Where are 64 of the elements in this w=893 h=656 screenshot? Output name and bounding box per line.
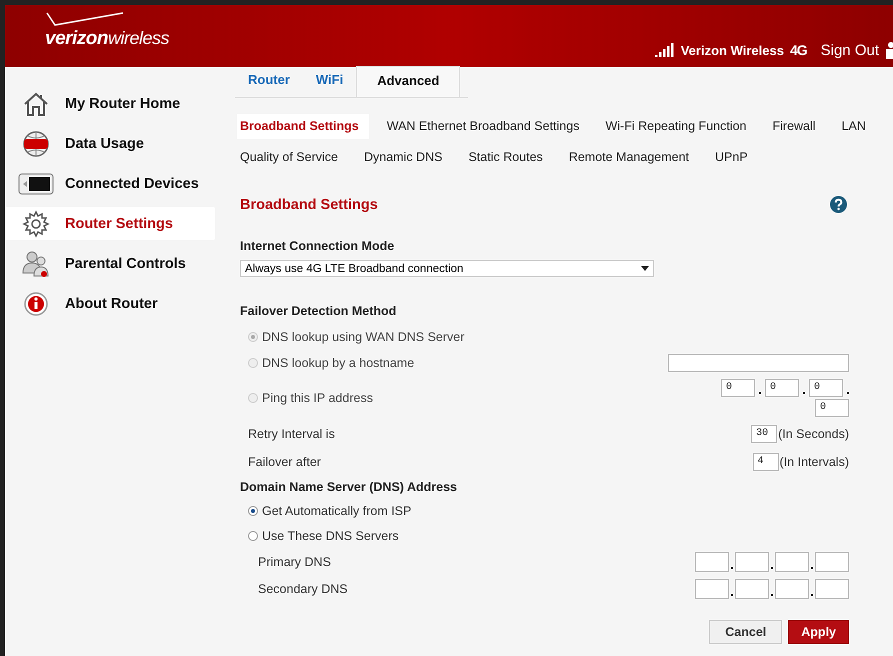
subtab[interactable]: Broadband Settings xyxy=(237,114,369,139)
subtab[interactable]: WAN Ethernet Broadband Settings xyxy=(386,114,588,139)
people-icon xyxy=(21,248,51,278)
tab[interactable]: Router xyxy=(235,67,303,97)
gear-icon xyxy=(22,210,50,238)
info-icon xyxy=(23,290,49,316)
caret-icon xyxy=(641,266,649,271)
dns-octet-field[interactable] xyxy=(775,578,809,598)
subtab[interactable]: Static Routes xyxy=(468,145,551,170)
dns-octet-field[interactable] xyxy=(775,552,809,572)
subtab[interactable]: UPnP xyxy=(715,145,756,170)
sidebar-item[interactable]: Data Usage xyxy=(5,127,215,160)
globe-icon xyxy=(21,130,51,158)
tab[interactable]: WiFi xyxy=(302,67,356,97)
field-label: Retry Interval is xyxy=(248,427,335,441)
sidebar-item[interactable]: Router Settings xyxy=(5,207,215,240)
option-label: DNS lookup by a hostname xyxy=(262,356,414,370)
sidebar-item[interactable]: Parental Controls xyxy=(5,247,215,280)
subtab[interactable]: LAN xyxy=(842,114,874,139)
unit-label: (In Intervals) xyxy=(780,455,849,469)
number-field[interactable]: 4 xyxy=(752,453,779,471)
tab[interactable]: Advanced xyxy=(356,66,460,97)
cancel-button[interactable]: Cancel xyxy=(709,620,782,644)
subtab[interactable]: Wi-Fi Repeating Function xyxy=(605,114,754,139)
subtab[interactable]: Dynamic DNS xyxy=(364,145,450,170)
field-label: Failover after xyxy=(248,455,321,469)
group-title: Failover Detection Method xyxy=(240,304,398,318)
group-title: Domain Name Server (DNS) Address xyxy=(240,480,458,494)
network-type-label: 4G xyxy=(790,42,807,58)
dns-octet-field[interactable] xyxy=(815,552,849,572)
number-field[interactable]: 30 xyxy=(751,425,778,443)
field-label: Primary DNS xyxy=(258,554,331,568)
subtab[interactable]: Quality of Service xyxy=(240,145,346,170)
option-label: Use These DNS Servers xyxy=(262,528,399,542)
subtab[interactable]: Firewall xyxy=(772,114,824,139)
option-label: Ping this IP address xyxy=(262,391,373,405)
sidebar-item[interactable]: My Router Home xyxy=(5,87,215,120)
dns-octet-field[interactable] xyxy=(735,552,769,572)
field-label: Internet Connection Mode xyxy=(240,239,396,253)
unit-label: (In Seconds) xyxy=(778,427,849,441)
sidebar-item[interactable]: About Router xyxy=(5,287,215,320)
section-title: Broadband Settings xyxy=(240,196,378,212)
field-label: Secondary DNS xyxy=(258,582,348,596)
apply-button[interactable]: Apply xyxy=(788,620,849,644)
dns-octet-field[interactable] xyxy=(695,552,729,572)
carrier-name: Verizon Wireless xyxy=(680,42,784,58)
dns-octet-field[interactable] xyxy=(815,578,849,598)
dns-octet-field[interactable] xyxy=(695,578,729,598)
person-icon xyxy=(885,41,893,59)
radio-button[interactable] xyxy=(248,530,258,540)
dns-octet-field[interactable] xyxy=(735,578,769,598)
sidebar-item[interactable]: Connected Devices xyxy=(5,167,215,200)
signal-icon xyxy=(654,43,675,57)
verizon-logo: verizonwireless xyxy=(45,12,170,49)
radio-button[interactable] xyxy=(248,506,258,516)
option-label: DNS lookup using WAN DNS Server xyxy=(262,330,464,344)
hostname-field[interactable] xyxy=(668,354,849,372)
option-label: Get Automatically from ISP xyxy=(262,504,412,518)
sign-out-link[interactable]: Sign Out xyxy=(820,42,879,58)
subtab[interactable]: Remote Management xyxy=(568,145,698,170)
help-icon[interactable] xyxy=(830,196,847,213)
device-icon xyxy=(18,172,54,196)
connection-mode-dropdown[interactable]: Always use 4G LTE Broadband connection xyxy=(240,260,654,277)
house-icon xyxy=(22,90,50,116)
